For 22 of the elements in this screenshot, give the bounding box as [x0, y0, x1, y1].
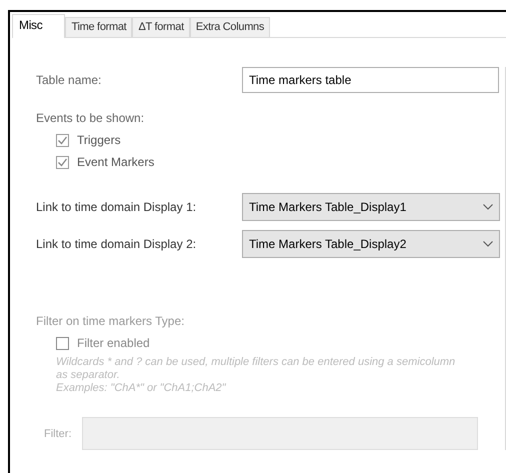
hint-text: Examples: "ChA*" or "ChA1;ChA2" — [56, 382, 227, 395]
chevron-down-icon — [483, 241, 493, 247]
checkbox-label: Triggers — [77, 133, 121, 147]
checkbox[interactable] — [56, 156, 69, 168]
field-label: Table name: — [36, 73, 102, 87]
table-name-field[interactable]: Time markers table — [242, 67, 499, 93]
dropdown[interactable]: Time Markers Table_Display2 — [242, 230, 500, 258]
dropdown[interactable]: Time Markers Table_Display1 — [242, 193, 500, 221]
checkbox[interactable] — [56, 134, 69, 146]
field-label: Filter: — [44, 428, 72, 440]
tab[interactable]: Time format — [65, 17, 132, 37]
tab[interactable]: Misc — [12, 14, 66, 38]
chevron-down-icon — [483, 204, 493, 210]
hint-text: Wildcards * and ? can be used, multiple filters can be entered using a semicolumn as separator. — [56, 356, 456, 382]
field-label: Link to time domain Display 1: — [36, 200, 198, 214]
tab[interactable]: Extra Columns — [190, 17, 270, 37]
checkbox-label: Event Markers — [77, 155, 154, 169]
field-label: Link to time domain Display 2: — [36, 237, 198, 251]
section-label: Events to be shown: — [36, 111, 146, 125]
checkbox-label: Filter enabled — [77, 336, 150, 350]
section-label: Filter on time markers Type: — [36, 314, 186, 328]
tab[interactable]: ΔT format — [132, 17, 190, 37]
